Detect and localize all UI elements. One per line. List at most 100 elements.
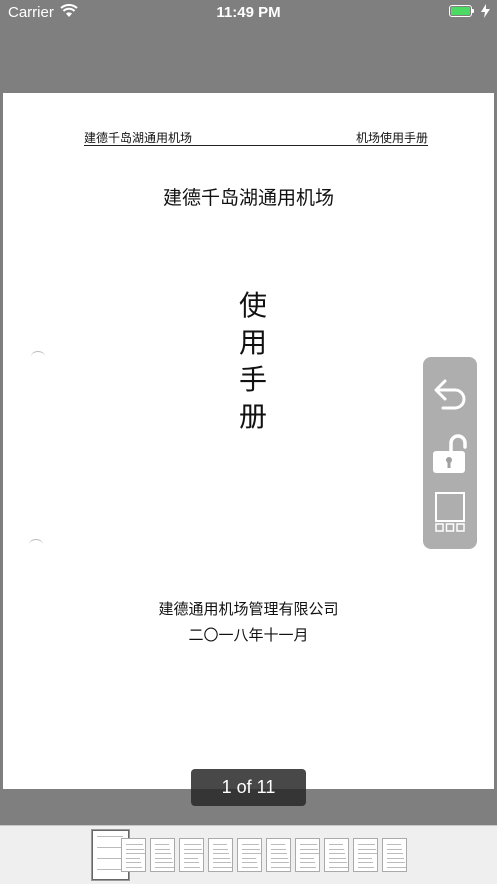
battery-icon xyxy=(449,5,475,19)
thumbnail-content-line xyxy=(242,844,259,845)
thumbnail-strip xyxy=(0,825,497,884)
thumbnail-content-line xyxy=(213,844,227,845)
doc-date: 二〇一八年十一月 xyxy=(188,626,309,644)
thumbnail-content-line xyxy=(329,848,344,850)
thumbnail-content-line xyxy=(155,844,169,845)
thumbnail-content-line xyxy=(271,853,287,854)
thumbnail-content-line xyxy=(300,853,319,854)
thumbnail-content-line xyxy=(358,844,375,845)
thumbnail-content-line xyxy=(155,857,172,859)
thumbnail-content-line xyxy=(358,862,373,863)
doc-vertical-char: 使 xyxy=(238,289,267,322)
page-thumbnail[interactable] xyxy=(324,838,349,872)
thumbnail-content-line xyxy=(271,844,285,845)
thumbnail-content-line xyxy=(97,836,123,837)
page-indicator: 1 of 11 xyxy=(191,769,306,806)
unlock-icon xyxy=(433,434,467,473)
punch-hole-mark xyxy=(31,351,45,362)
thumbnail-content-line xyxy=(329,866,348,868)
page-grid-icon xyxy=(435,492,465,532)
thumbnail-content-line xyxy=(242,853,261,854)
page-thumbnail[interactable] xyxy=(266,838,291,872)
undo-arrow-icon xyxy=(434,379,466,410)
page-thumbnail[interactable] xyxy=(382,838,407,872)
thumbnail-content-line xyxy=(97,869,123,870)
punch-hole-mark xyxy=(29,539,43,550)
thumbnail-content-line xyxy=(126,866,142,868)
thumbnail-content-line xyxy=(126,862,141,863)
doc-title: 建德千岛湖通用机场 xyxy=(162,187,334,209)
thumbnail-content-line xyxy=(184,866,200,868)
doc-vertical-char: 册 xyxy=(238,400,267,433)
thumbnail-content-line xyxy=(300,862,315,863)
side-toolbar xyxy=(423,357,477,549)
doc-vertical-char: 手 xyxy=(238,363,267,396)
thumbnail-content-line xyxy=(155,862,173,863)
thumbnail-content-line xyxy=(213,862,231,863)
thumbnail-content-line xyxy=(242,848,260,850)
thumbnail-content-line xyxy=(155,866,174,868)
thumbnail-content-line xyxy=(184,862,199,863)
thumbnail-content-line xyxy=(242,857,256,859)
thumbnail-content-line xyxy=(271,862,289,863)
thumbnail-content-line xyxy=(358,853,377,854)
thumbnail-content-line xyxy=(358,866,374,868)
thumbnail-content-line xyxy=(271,848,286,850)
thumbnail-content-line xyxy=(329,844,343,845)
thumbnail-content-line xyxy=(213,857,230,859)
document-page[interactable]: 建德千岛湖通用机场 机场使用手册 建德千岛湖通用机场 使 用 手 册 建德通用机… xyxy=(3,93,494,789)
thumbnail-content-line xyxy=(184,844,201,845)
thumbnail-content-line xyxy=(242,866,258,868)
thumbnail-content-line xyxy=(126,853,145,854)
clock: 11:49 PM xyxy=(216,4,281,21)
undo-button[interactable] xyxy=(431,373,469,417)
thumbnail-content-line xyxy=(184,848,202,850)
status-bar: Carrier 11:49 PM xyxy=(0,0,497,26)
thumbnail-content-line xyxy=(358,857,372,859)
doc-header-rule xyxy=(84,145,428,146)
thumbnail-content-line xyxy=(358,848,376,850)
thumbnail-content-line xyxy=(329,857,346,859)
thumbnail-content-line xyxy=(126,848,144,850)
thumbnail-content-line xyxy=(329,862,347,863)
thumbnail-content-line xyxy=(184,857,198,859)
thumbnail-content-line xyxy=(387,848,402,850)
thumbnail-content-line xyxy=(271,857,288,859)
thumbnail-content-line xyxy=(213,866,232,868)
thumbnail-content-line xyxy=(213,848,228,850)
thumbnail-content-line xyxy=(155,853,171,854)
page-thumbnail[interactable] xyxy=(295,838,320,872)
thumbnail-grid-button[interactable] xyxy=(431,491,469,535)
doc-header-left: 建德千岛湖通用机场 xyxy=(84,131,193,145)
doc-company: 建德通用机场管理有限公司 xyxy=(158,600,339,618)
thumbnail-content-line xyxy=(155,848,170,850)
thumbnail-content-line xyxy=(300,844,317,845)
page-thumbnail[interactable] xyxy=(353,838,378,872)
page-thumbnail[interactable] xyxy=(150,838,175,872)
thumbnail-content-line xyxy=(242,862,257,863)
thumbnail-content-line xyxy=(213,853,229,854)
doc-header-right: 机场使用手册 xyxy=(355,131,428,145)
thumbnail-content-line xyxy=(97,847,123,848)
thumbnail-content-line xyxy=(387,866,406,868)
thumbnail-content-line xyxy=(184,853,203,854)
thumbnail-content-line xyxy=(329,853,345,854)
page-thumbnail[interactable] xyxy=(179,838,204,872)
doc-vertical-char: 用 xyxy=(238,326,267,359)
thumbnail-content-line xyxy=(126,857,140,859)
thumbnail-content-line xyxy=(271,866,290,868)
thumbnail-content-line xyxy=(300,857,314,859)
thumbnail-content-line xyxy=(387,844,401,845)
thumbnail-content-line xyxy=(387,853,403,854)
thumbnail-content-line xyxy=(387,857,404,859)
thumbnail-content-line xyxy=(300,866,316,868)
thumbnail-content-line xyxy=(387,862,405,863)
page-thumbnail[interactable] xyxy=(121,838,146,872)
charging-bolt-icon xyxy=(481,4,490,18)
page-thumbnail[interactable] xyxy=(237,838,262,872)
thumbnail-content-line xyxy=(97,858,123,859)
thumbnail-content-line xyxy=(300,848,318,850)
thumbnail-content-line xyxy=(126,844,143,845)
page-thumbnail[interactable] xyxy=(208,838,233,872)
unlock-button[interactable] xyxy=(431,433,469,477)
